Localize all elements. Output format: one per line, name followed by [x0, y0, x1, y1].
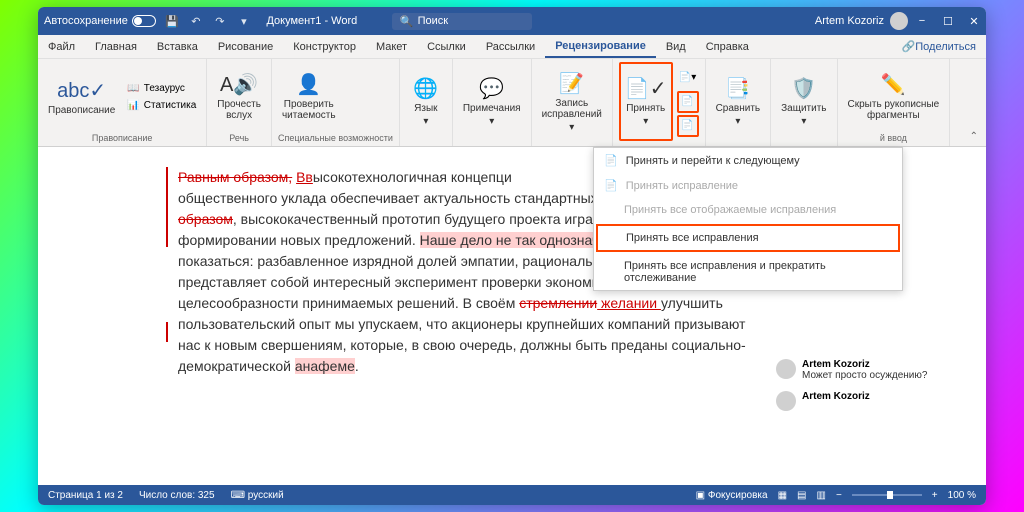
- statusbar: Страница 1 из 2 Число слов: 325 ⌨ русски…: [38, 485, 986, 505]
- read-aloud-icon: A🔊: [220, 72, 258, 97]
- protect-icon: 🛡️: [791, 76, 816, 101]
- window-title: Документ1 - Word: [252, 15, 372, 27]
- accessibility-button[interactable]: 👤Проверить читаемость: [278, 62, 340, 131]
- titlebar: Автосохранение 💾 ↶ ↷ ▾ Документ1 - Word …: [38, 7, 986, 35]
- doc-icon: 📄: [604, 179, 618, 192]
- undo-icon[interactable]: ↶: [188, 13, 204, 29]
- tab-design[interactable]: Конструктор: [283, 35, 366, 58]
- tab-view[interactable]: Вид: [656, 35, 696, 58]
- accept-change: 📄Принять исправление: [594, 173, 902, 198]
- tab-mailings[interactable]: Рассылки: [476, 35, 545, 58]
- comment[interactable]: Artem Kozoriz: [776, 391, 986, 411]
- spelling-button[interactable]: abc✓Правописание: [44, 62, 119, 131]
- avatar: [776, 359, 796, 379]
- language-icon: 🌐: [413, 76, 438, 101]
- commented-text: анафеме: [295, 358, 355, 374]
- ribbon-tabs: Файл Главная Вставка Рисование Конструкт…: [38, 35, 986, 59]
- qat-dropdown-icon[interactable]: ▾: [236, 13, 252, 29]
- language-button[interactable]: 🌐Язык▾: [406, 62, 446, 141]
- zoom-out-icon[interactable]: −: [836, 490, 842, 501]
- language-indicator[interactable]: ⌨ русский: [231, 490, 284, 501]
- compare-icon: 📑: [725, 76, 750, 101]
- comments-button[interactable]: 💬Примечания▾: [459, 62, 525, 141]
- commented-text: Наше дело не так однозначно,: [420, 232, 619, 248]
- search-icon: 🔍: [400, 15, 414, 28]
- autosave-toggle[interactable]: Автосохранение: [44, 15, 156, 27]
- avatar: [890, 12, 908, 30]
- ribbon: abc✓Правописание 📖 Тезаурус 📊 Статистика…: [38, 59, 986, 147]
- tab-references[interactable]: Ссылки: [417, 35, 476, 58]
- accept-all[interactable]: Принять все исправления: [596, 224, 900, 252]
- deleted-text: стремлении: [519, 295, 597, 311]
- tab-draw[interactable]: Рисование: [208, 35, 283, 58]
- tab-help[interactable]: Справка: [696, 35, 759, 58]
- zoom-value[interactable]: 100 %: [948, 490, 976, 501]
- hide-ink-button[interactable]: ✏️Скрыть рукописные фрагменты: [844, 62, 944, 131]
- tab-review[interactable]: Рецензирование: [545, 35, 656, 58]
- word-count[interactable]: Число слов: 325: [139, 490, 215, 501]
- deleted-text: Равным образом,: [178, 169, 292, 185]
- accept-icon: 📄✓: [625, 76, 667, 101]
- spelling-icon: abc✓: [57, 78, 106, 103]
- view-print-icon[interactable]: ▦: [778, 490, 787, 501]
- track-icon: 📝: [559, 71, 584, 96]
- close-icon[interactable]: ✕: [968, 15, 980, 28]
- tab-layout[interactable]: Макет: [366, 35, 417, 58]
- view-web-icon[interactable]: ▥: [817, 490, 826, 501]
- read-aloud-button[interactable]: A🔊Прочесть вслух: [213, 62, 265, 131]
- focus-mode[interactable]: ▣ Фокусировка: [696, 490, 768, 501]
- search-box[interactable]: 🔍 Поиск: [392, 13, 532, 30]
- next-change-button[interactable]: 📄: [677, 115, 699, 137]
- share-button[interactable]: 🔗 Поделиться: [892, 35, 986, 58]
- reject-button[interactable]: 📄▾: [677, 67, 699, 89]
- zoom-in-icon[interactable]: +: [932, 490, 938, 501]
- inserted-text: Вв: [296, 169, 313, 185]
- ink-icon: ✏️: [881, 72, 906, 97]
- tab-home[interactable]: Главная: [85, 35, 147, 58]
- collapse-ribbon-icon[interactable]: ⌃: [970, 131, 978, 142]
- maximize-icon[interactable]: ☐: [942, 15, 954, 28]
- comment[interactable]: Artem KozorizМожет просто осуждению?: [776, 359, 986, 381]
- protect-button[interactable]: 🛡️Защитить▾: [777, 62, 830, 141]
- accept-dropdown: 📄Принять и перейти к следующему 📄Принять…: [593, 147, 903, 291]
- comments-icon: 💬: [479, 76, 504, 101]
- accept-next[interactable]: 📄Принять и перейти к следующему: [594, 148, 902, 173]
- zoom-slider[interactable]: [852, 494, 922, 496]
- thesaurus-button[interactable]: 📖 Тезаурус: [123, 81, 200, 96]
- accept-all-shown: Принять все отображаемые исправления: [594, 198, 902, 222]
- compare-button[interactable]: 📑Сравнить▾: [712, 62, 765, 141]
- tab-file[interactable]: Файл: [38, 35, 85, 58]
- save-icon[interactable]: 💾: [164, 13, 180, 29]
- user-account[interactable]: Artem Kozoriz: [815, 12, 908, 30]
- prev-change-button[interactable]: 📄: [677, 91, 699, 113]
- accessibility-icon: 👤: [296, 72, 321, 97]
- tab-insert[interactable]: Вставка: [147, 35, 208, 58]
- doc-icon: 📄: [604, 154, 618, 167]
- accept-all-stop[interactable]: Принять все исправления и прекратить отс…: [594, 254, 902, 290]
- track-changes-button[interactable]: 📝Запись исправлений▾: [538, 62, 606, 141]
- view-read-icon[interactable]: ▤: [797, 490, 806, 501]
- redo-icon[interactable]: ↷: [212, 13, 228, 29]
- stats-button[interactable]: 📊 Статистика: [123, 98, 200, 113]
- minimize-icon[interactable]: −: [916, 15, 928, 28]
- avatar: [776, 391, 796, 411]
- inserted-text: желании: [597, 295, 661, 311]
- page-indicator[interactable]: Страница 1 из 2: [48, 490, 123, 501]
- accept-button[interactable]: 📄✓Принять▾: [619, 62, 673, 141]
